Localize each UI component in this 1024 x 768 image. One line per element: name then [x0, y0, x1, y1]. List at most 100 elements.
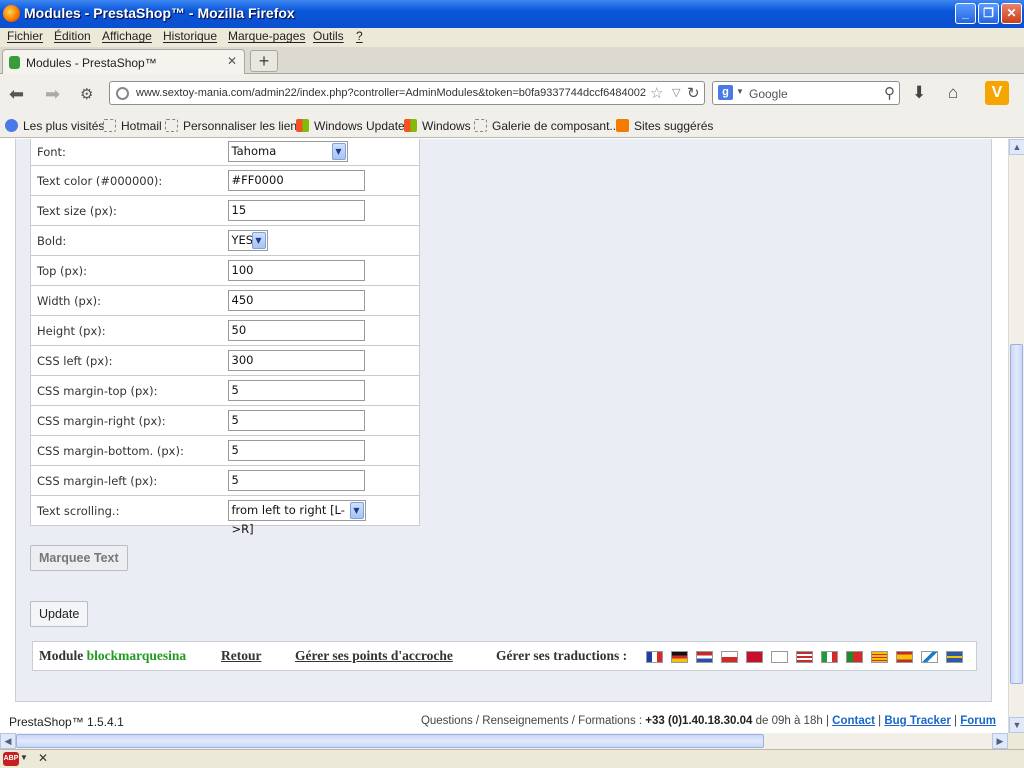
text-input[interactable]: #FF0000 [227, 170, 365, 191]
bookmark-hotmail[interactable]: Hotmail [103, 119, 162, 133]
flag-se-icon[interactable] [946, 651, 963, 663]
field-cell: YES ▼ [221, 225, 420, 256]
flag-dk-icon[interactable] [746, 651, 763, 663]
manage-hooks-link[interactable]: Gérer ses points d'accroche [295, 648, 453, 664]
menu-marque-pages[interactable]: Marque-pages [228, 29, 305, 43]
dropdown-arrow-icon[interactable]: ▼ [349, 502, 364, 519]
back-arrow-icon[interactable]: ⬅ [9, 84, 24, 105]
form-row: Text scrolling.: from left to right [L->R… [30, 495, 420, 536]
text-input[interactable]: 50 [227, 320, 365, 341]
window-title: Modules - PrestaShop™ - Mozilla Firefox [24, 5, 295, 21]
back-link[interactable]: Retour [221, 648, 262, 664]
adblock-plus-icon[interactable]: ABP [3, 752, 19, 766]
engine-dropdown-icon[interactable]: ▼ [736, 87, 744, 96]
text-input[interactable]: 5 [227, 470, 365, 491]
module-footer-bar: Module blockmarquesina Retour Gérer ses … [32, 641, 977, 671]
dropdown-arrow-icon[interactable]: ▼ [251, 232, 266, 249]
new-tab-button[interactable]: + [250, 50, 278, 72]
horizontal-scrollbar[interactable]: ◀ ▶ [0, 733, 1008, 749]
reload-icon[interactable]: ↻ [687, 84, 700, 102]
addon-bar-close-icon[interactable]: ✕ [38, 751, 48, 765]
forum-link[interactable]: Forum [960, 715, 996, 727]
bookmark-windows[interactable]: Windows [404, 119, 471, 133]
flag-ca-icon[interactable] [871, 651, 888, 663]
address-bar[interactable]: www.sextoy-mania.com/admin22/index.php?c… [109, 81, 705, 105]
menu-outils[interactable]: Outils [313, 29, 344, 43]
update-button[interactable]: Update [30, 601, 89, 627]
select-field[interactable]: Tahoma ▼ [227, 141, 348, 162]
bookmark-personnaliser[interactable]: Personnaliser les liens [165, 119, 303, 133]
text-input[interactable]: 5 [227, 380, 365, 401]
vertical-scroll-thumb[interactable] [1010, 344, 1023, 684]
google-engine-icon[interactable]: g [718, 85, 733, 100]
field-label: Font: [37, 144, 66, 159]
close-window-button[interactable]: ✕ [1001, 3, 1022, 24]
url-text[interactable]: www.sextoy-mania.com/admin22/index.php?c… [136, 87, 646, 99]
menu-help[interactable]: ? [356, 29, 363, 43]
field-label: Width (px): [30, 285, 222, 316]
select-field[interactable]: from left to right [L->R] ▼ [227, 500, 366, 536]
text-input[interactable]: 450 [227, 290, 365, 311]
tab-close-icon[interactable]: ✕ [227, 54, 237, 68]
history-icon[interactable]: ⚙ [80, 85, 93, 103]
text-input[interactable]: 300 [227, 350, 365, 371]
site-identity-icon[interactable] [116, 87, 129, 100]
search-bar[interactable]: g ▼ Google ⚲ [712, 81, 900, 105]
bookmark-sites-suggeres[interactable]: Sites suggérés [616, 119, 713, 133]
bookmark-star-icon[interactable]: ☆ [650, 84, 663, 102]
text-input[interactable]: 100 [227, 260, 365, 281]
field-cell: 50 [221, 315, 420, 346]
dropdown-arrow-icon[interactable]: ▼ [331, 143, 346, 160]
form-row: Text color (#000000): #FF0000 [30, 165, 420, 196]
bookmark-galerie[interactable]: Galerie de composant... [474, 119, 619, 133]
addon-v-icon[interactable]: V [985, 81, 1009, 105]
text-input[interactable]: 15 [227, 200, 365, 221]
flag-fi-icon[interactable] [771, 651, 788, 663]
tab-strip: Modules - PrestaShop™ ✕ + [0, 47, 1024, 75]
flag-it-icon[interactable] [821, 651, 838, 663]
flag-pt-icon[interactable] [846, 651, 863, 663]
forward-arrow-icon[interactable]: ➡ [45, 84, 60, 105]
flag-fr-icon[interactable] [646, 651, 663, 663]
field-label: Bold: [30, 225, 222, 256]
contact-link[interactable]: Contact [832, 715, 875, 727]
horizontal-scroll-thumb[interactable] [16, 734, 764, 748]
scroll-right-button[interactable]: ▶ [992, 733, 1008, 749]
flag-other-icon[interactable] [921, 651, 938, 663]
field-cell: 5 [221, 435, 420, 466]
bookmark-windows-update[interactable]: Windows Update [296, 119, 405, 133]
home-icon[interactable]: ⌂ [948, 83, 958, 103]
text-input[interactable]: 5 [227, 410, 365, 431]
text-input[interactable]: 5 [227, 440, 365, 461]
windows-logo-icon [404, 119, 417, 132]
vertical-scrollbar[interactable]: ▲ ▼ [1008, 139, 1024, 733]
field-cell: Tahoma ▼ [222, 139, 420, 166]
scroll-down-button[interactable]: ▼ [1009, 717, 1024, 733]
form-row: Top (px): 100 [30, 255, 420, 286]
scroll-up-button[interactable]: ▲ [1009, 139, 1024, 155]
adblock-dropdown-icon[interactable]: ▼ [20, 753, 28, 762]
menu-fichier[interactable]: Fichier [7, 29, 43, 43]
menu-historique[interactable]: Historique [163, 29, 217, 43]
bookmark-most-visited[interactable]: Les plus visités [5, 119, 104, 133]
translations-label: Gérer ses traductions : [496, 648, 628, 663]
field-cell: 450 [221, 285, 420, 316]
flag-us-icon[interactable] [796, 651, 813, 663]
select-field[interactable]: YES ▼ [227, 230, 268, 251]
flag-nl-icon[interactable] [696, 651, 713, 663]
minimize-button[interactable]: _ [955, 3, 976, 24]
bug-tracker-link[interactable]: Bug Tracker [884, 715, 950, 727]
form-row: Bold: YES ▼ [30, 225, 420, 256]
flag-es-icon[interactable] [896, 651, 913, 663]
scroll-left-button[interactable]: ◀ [0, 733, 16, 749]
tab-modules[interactable]: Modules - PrestaShop™ ✕ [2, 49, 245, 75]
flag-cz-icon[interactable] [721, 651, 738, 663]
field-label: Top (px): [30, 255, 222, 286]
menu-affichage[interactable]: Affichage [102, 29, 152, 43]
search-magnifier-icon[interactable]: ⚲ [884, 84, 895, 102]
flag-de-icon[interactable] [671, 651, 688, 663]
downloads-icon[interactable]: ⬇ [912, 83, 926, 103]
menu-edition[interactable]: Édition [54, 29, 91, 43]
restore-button[interactable]: ❐ [978, 3, 999, 24]
url-dropdown-icon[interactable]: ▽ [672, 86, 680, 99]
